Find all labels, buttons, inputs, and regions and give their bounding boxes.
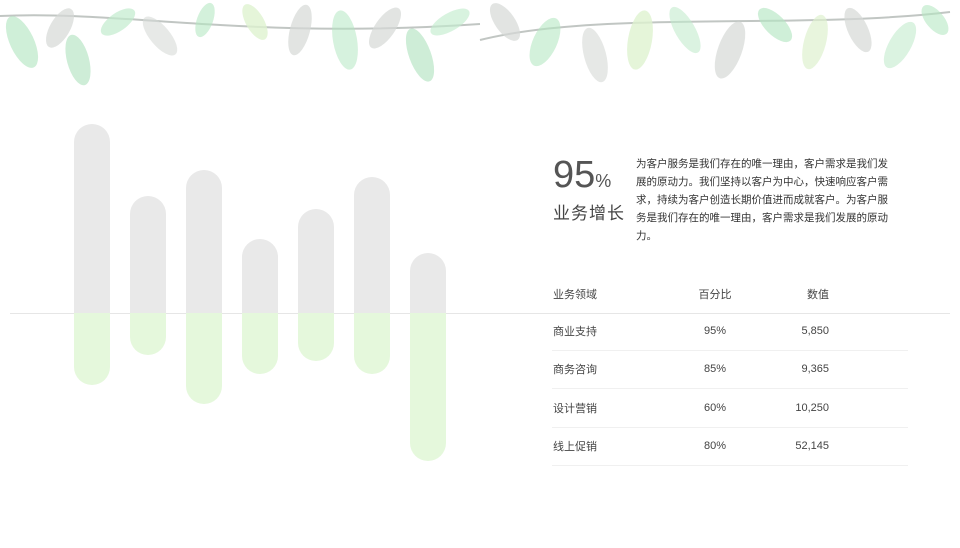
headline-unit: % xyxy=(595,171,612,191)
table-row: 线上促销 80% 52,145 xyxy=(552,428,908,466)
bar-top xyxy=(242,239,278,313)
bar-top xyxy=(186,170,222,313)
table-cell-percent: 60% xyxy=(703,401,727,414)
table-cell-value: 9,365 xyxy=(801,363,829,376)
table-header-percent: 百分比 xyxy=(698,289,732,301)
table-header-value: 数值 xyxy=(807,289,829,301)
table-row: 商务咨询 85% 9,365 xyxy=(552,351,908,389)
bar-bottom xyxy=(354,313,390,374)
bar-top xyxy=(298,209,334,313)
headline-value: 95 xyxy=(553,154,596,196)
business-table: 业务领域 百分比 数值 商业支持 95% 5,850 商务咨询 85% 9,36… xyxy=(552,276,908,466)
table-cell-value: 10,250 xyxy=(795,401,829,414)
bar-top xyxy=(410,253,446,313)
table-cell-area: 线上促销 xyxy=(553,441,597,454)
table-cell-percent: 95% xyxy=(703,324,727,337)
table-header-row: 业务领域 百分比 数值 xyxy=(552,276,908,312)
table-cell-value: 5,850 xyxy=(801,324,829,337)
table-row: 商业支持 95% 5,850 xyxy=(552,312,908,351)
headline-description: 为客户服务是我们存在的唯一理由，客户需求是我们发展的原动力。我们坚持以客户为中心… xyxy=(636,158,888,242)
table-header-area: 业务领域 xyxy=(553,289,597,301)
bar-bottom xyxy=(298,313,334,361)
bar-bottom xyxy=(74,313,110,385)
table-cell-value: 52,145 xyxy=(795,440,829,453)
headline-metric: 95% xyxy=(553,156,611,194)
bar-bottom xyxy=(242,313,278,374)
table-cell-area: 商务咨询 xyxy=(553,364,597,377)
bar-top xyxy=(130,196,166,313)
bar-top xyxy=(74,124,110,313)
table-row: 设计营销 60% 10,250 xyxy=(552,389,908,428)
table-cell-area: 设计营销 xyxy=(553,402,597,415)
table-cell-percent: 85% xyxy=(703,363,727,376)
bar-top xyxy=(354,177,390,313)
bar-bottom xyxy=(410,313,446,461)
table-cell-area: 商业支持 xyxy=(553,325,597,338)
bar-bottom xyxy=(130,313,166,355)
bar-bottom xyxy=(186,313,222,404)
headline-label: 业务增长 xyxy=(553,204,625,223)
table-cell-percent: 80% xyxy=(703,440,727,453)
